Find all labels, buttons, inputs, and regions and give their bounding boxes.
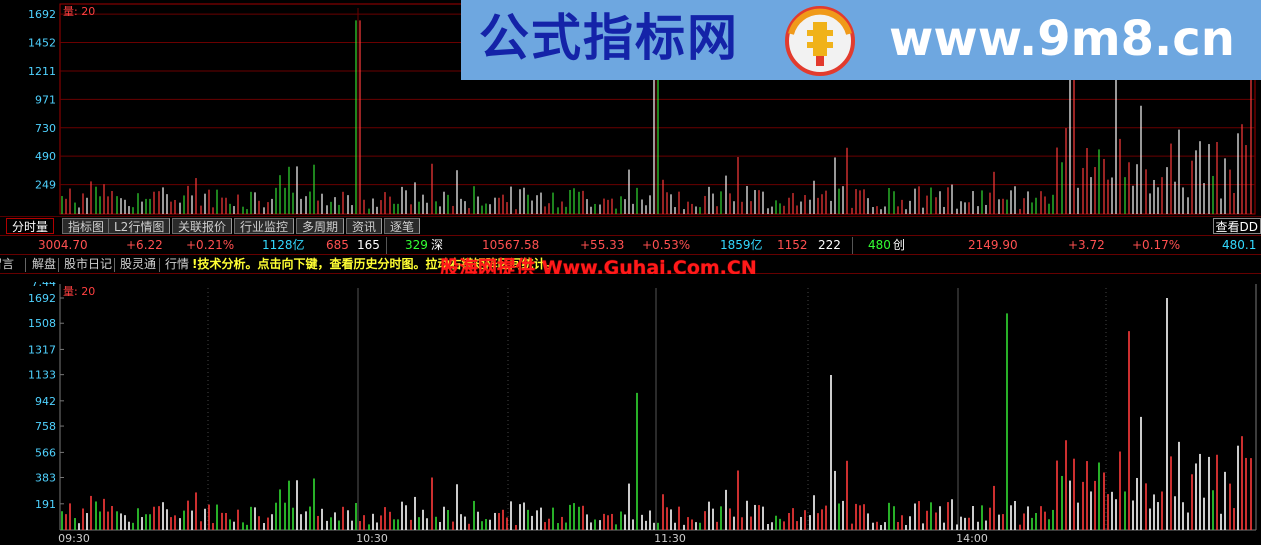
sz-up-count: 1152	[777, 238, 808, 252]
tab-multi-period[interactable]: 多周期	[296, 218, 345, 234]
sh-change: +6.22	[126, 238, 163, 252]
bottom-y-tick: 1133	[28, 369, 56, 382]
top-y-tick: 490	[35, 150, 56, 163]
sz-name: 深	[431, 238, 444, 252]
tab-news[interactable]: 资讯	[346, 218, 383, 234]
menu-market[interactable]: 行情	[165, 256, 189, 273]
bottom-volume-svg: 7.44 1692 1508 1317 1133 942 758 566 383 191 量: 20…	[28, 282, 1257, 545]
tab-volume[interactable]: 分时量	[6, 218, 55, 234]
tab-indicator[interactable]: 指标图	[62, 218, 111, 234]
bottom-time-label: 09:30	[58, 532, 90, 545]
top-y-tick: 1211	[28, 65, 56, 78]
top-y-tick: 1692	[28, 8, 56, 21]
cy-change: +3.72	[1068, 238, 1105, 252]
panel-gap	[0, 274, 1261, 282]
top-chart-title: 量: 20	[63, 5, 95, 18]
bottom-y-tick: 1692	[28, 292, 56, 305]
sh-flat-count: 165	[357, 238, 380, 252]
top-y-tick: 730	[35, 122, 56, 135]
sz-amount: 1859亿	[720, 238, 763, 252]
banner-logo-icon	[785, 6, 855, 76]
bottom-volume-chart[interactable]: 7.44 1692 1508 1317 1133 942 758 566 383 191 量: 20…	[0, 282, 1261, 545]
sz-change: +55.33	[580, 238, 625, 252]
sz-down-count: 480	[868, 238, 891, 252]
tab-industry-monitor[interactable]: 行业监控	[234, 218, 295, 234]
sh-down-count: 329	[405, 238, 428, 252]
bottom-y-tick: 566	[35, 446, 56, 459]
chart-tab-bar: 分时量 指标图 L2行情图 关联报价 行业监控 多周期 资讯 逐笔 查看DD	[0, 216, 1261, 234]
bottom-y-tick: 1317	[28, 343, 56, 356]
bottom-y-tick: 758	[35, 420, 56, 433]
view-dd-button[interactable]: 查看DD	[1212, 218, 1261, 234]
watermark-banner: 公式指标网 www.9m8.cn	[461, 0, 1261, 80]
banner-url: www.9m8.cn	[889, 11, 1235, 67]
tab-tick[interactable]: 逐笔	[384, 218, 421, 234]
sz-flat-count: 222	[818, 238, 841, 252]
cy-price: 2149.90	[968, 238, 1018, 252]
banner-title: 公式指标网	[479, 9, 739, 67]
bottom-time-label: 10:30	[356, 532, 388, 545]
bottom-y-tick: 1508	[28, 317, 56, 330]
menu-diary[interactable]: 股市日记	[64, 256, 112, 273]
top-y-tick: 1452	[28, 37, 56, 50]
cy-pct: +0.17%	[1132, 238, 1181, 252]
tab-related-quotes[interactable]: 关联报价	[172, 218, 233, 234]
cy-name: 创	[893, 238, 906, 252]
sz-price: 10567.58	[482, 238, 540, 252]
bottom-y-tick: 383	[35, 471, 56, 484]
bottom-y-tick: 942	[35, 395, 56, 408]
bottom-y-tick: 191	[35, 498, 56, 511]
cy-amount: 480.1	[1222, 238, 1257, 252]
sh-pct: +0.21%	[186, 238, 235, 252]
sh-price: 3004.70	[38, 238, 88, 252]
sz-pct: +0.53%	[642, 238, 691, 252]
bottom-chart-title: 量: 20	[63, 285, 95, 298]
menu-message[interactable]: 留言	[0, 256, 14, 273]
bottom-time-label: 14:00	[956, 532, 988, 545]
sh-amount: 1128亿	[262, 238, 305, 252]
menu-gulingtong[interactable]: 股灵通	[120, 256, 156, 273]
bottom-time-label: 11:30	[654, 532, 686, 545]
top-y-tick: 249	[35, 179, 56, 192]
tab-l2[interactable]: L2行情图	[108, 218, 171, 234]
sh-up-count: 685	[326, 238, 349, 252]
menu-analysis[interactable]: 解盘	[32, 256, 56, 273]
bottom-corner-value: 7.44	[32, 282, 57, 289]
top-y-tick: 971	[35, 93, 56, 106]
index-quote-bar: 3004.70 +6.22 +0.21% 1128亿 685 165 329 深…	[0, 235, 1261, 255]
